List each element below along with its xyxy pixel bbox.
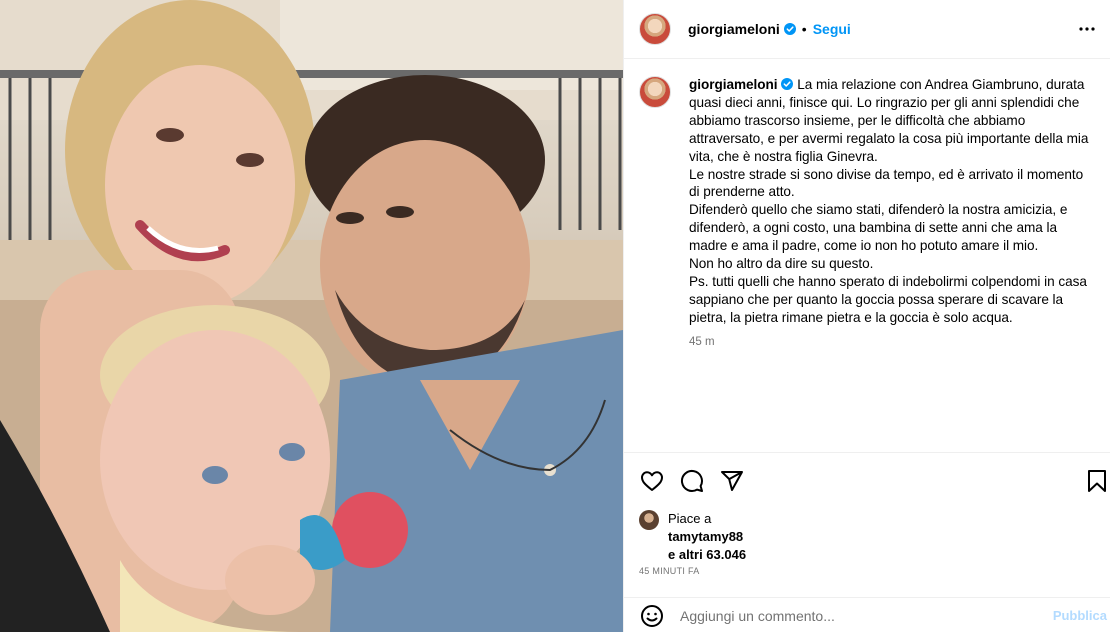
author-avatar[interactable] [639, 13, 671, 45]
caption-body: giorgiameloni La mia relazione con Andre… [689, 76, 1089, 348]
liker-username[interactable]: tamytamy88 [668, 529, 743, 544]
post-photo-illustration [0, 0, 623, 632]
more-options-icon[interactable] [1077, 19, 1097, 39]
heart-icon[interactable] [640, 469, 664, 493]
post-side-panel: giorgiameloni • Segui giorgiameloni La m… [623, 0, 1110, 632]
post-header: giorgiameloni • Segui [624, 0, 1110, 59]
comment-bar: Pubblica [624, 597, 1110, 632]
comment-input[interactable] [680, 606, 1040, 626]
send-icon[interactable] [720, 469, 744, 493]
author-username[interactable]: giorgiameloni [688, 21, 780, 37]
follow-button[interactable]: Segui [813, 21, 851, 37]
caption-author-avatar[interactable] [639, 76, 671, 108]
post-photo[interactable] [0, 0, 623, 632]
caption-area: giorgiameloni La mia relazione con Andre… [639, 76, 1099, 348]
header-separator: • [801, 21, 807, 37]
likes-text: Piace a tamytamy88 e altri 63.046 [668, 510, 746, 564]
emoji-icon[interactable] [640, 604, 664, 628]
caption-text: giorgiameloni La mia relazione con Andre… [689, 76, 1089, 327]
caption-verified-badge-icon [781, 78, 794, 90]
caption-username[interactable]: giorgiameloni [689, 77, 778, 92]
caption-message: La mia relazione con Andrea Giambruno, d… [689, 77, 1089, 325]
posted-ago[interactable]: 45 MINUTI FA [639, 566, 700, 576]
bookmark-icon[interactable] [1085, 469, 1109, 493]
liker-avatar[interactable] [639, 510, 659, 530]
likes-others[interactable]: e altri 63.046 [668, 547, 746, 562]
publish-button[interactable]: Pubblica [1053, 608, 1107, 623]
verified-badge-icon [783, 23, 796, 35]
likes-prefix: Piace a [668, 511, 712, 526]
comment-icon[interactable] [680, 469, 704, 493]
likes-summary: Piace a tamytamy88 e altri 63.046 [639, 510, 746, 564]
action-bar [624, 452, 1110, 508]
caption-time[interactable]: 45 m [689, 336, 1089, 348]
